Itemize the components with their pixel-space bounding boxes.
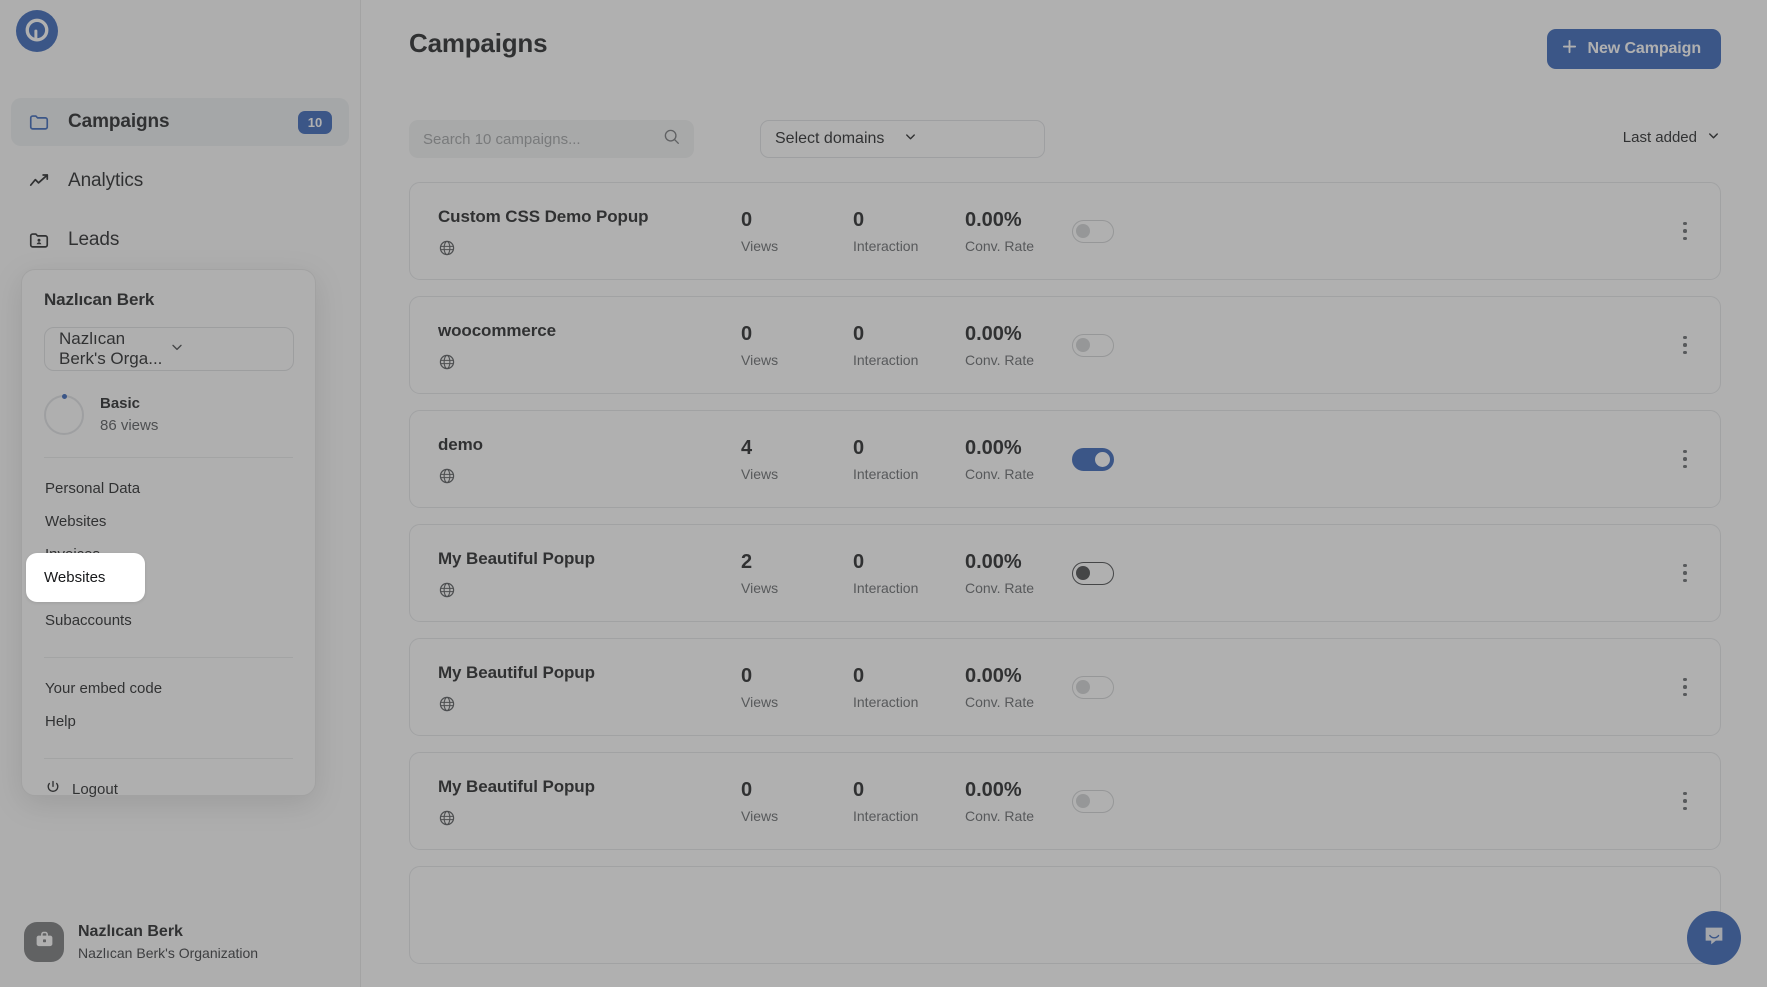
app-root: Campaigns New Campaign Select [0,0,1767,987]
popover-menu-item-websites-highlighted[interactable]: Websites [26,553,145,602]
modal-dim-overlay[interactable] [0,0,1767,987]
